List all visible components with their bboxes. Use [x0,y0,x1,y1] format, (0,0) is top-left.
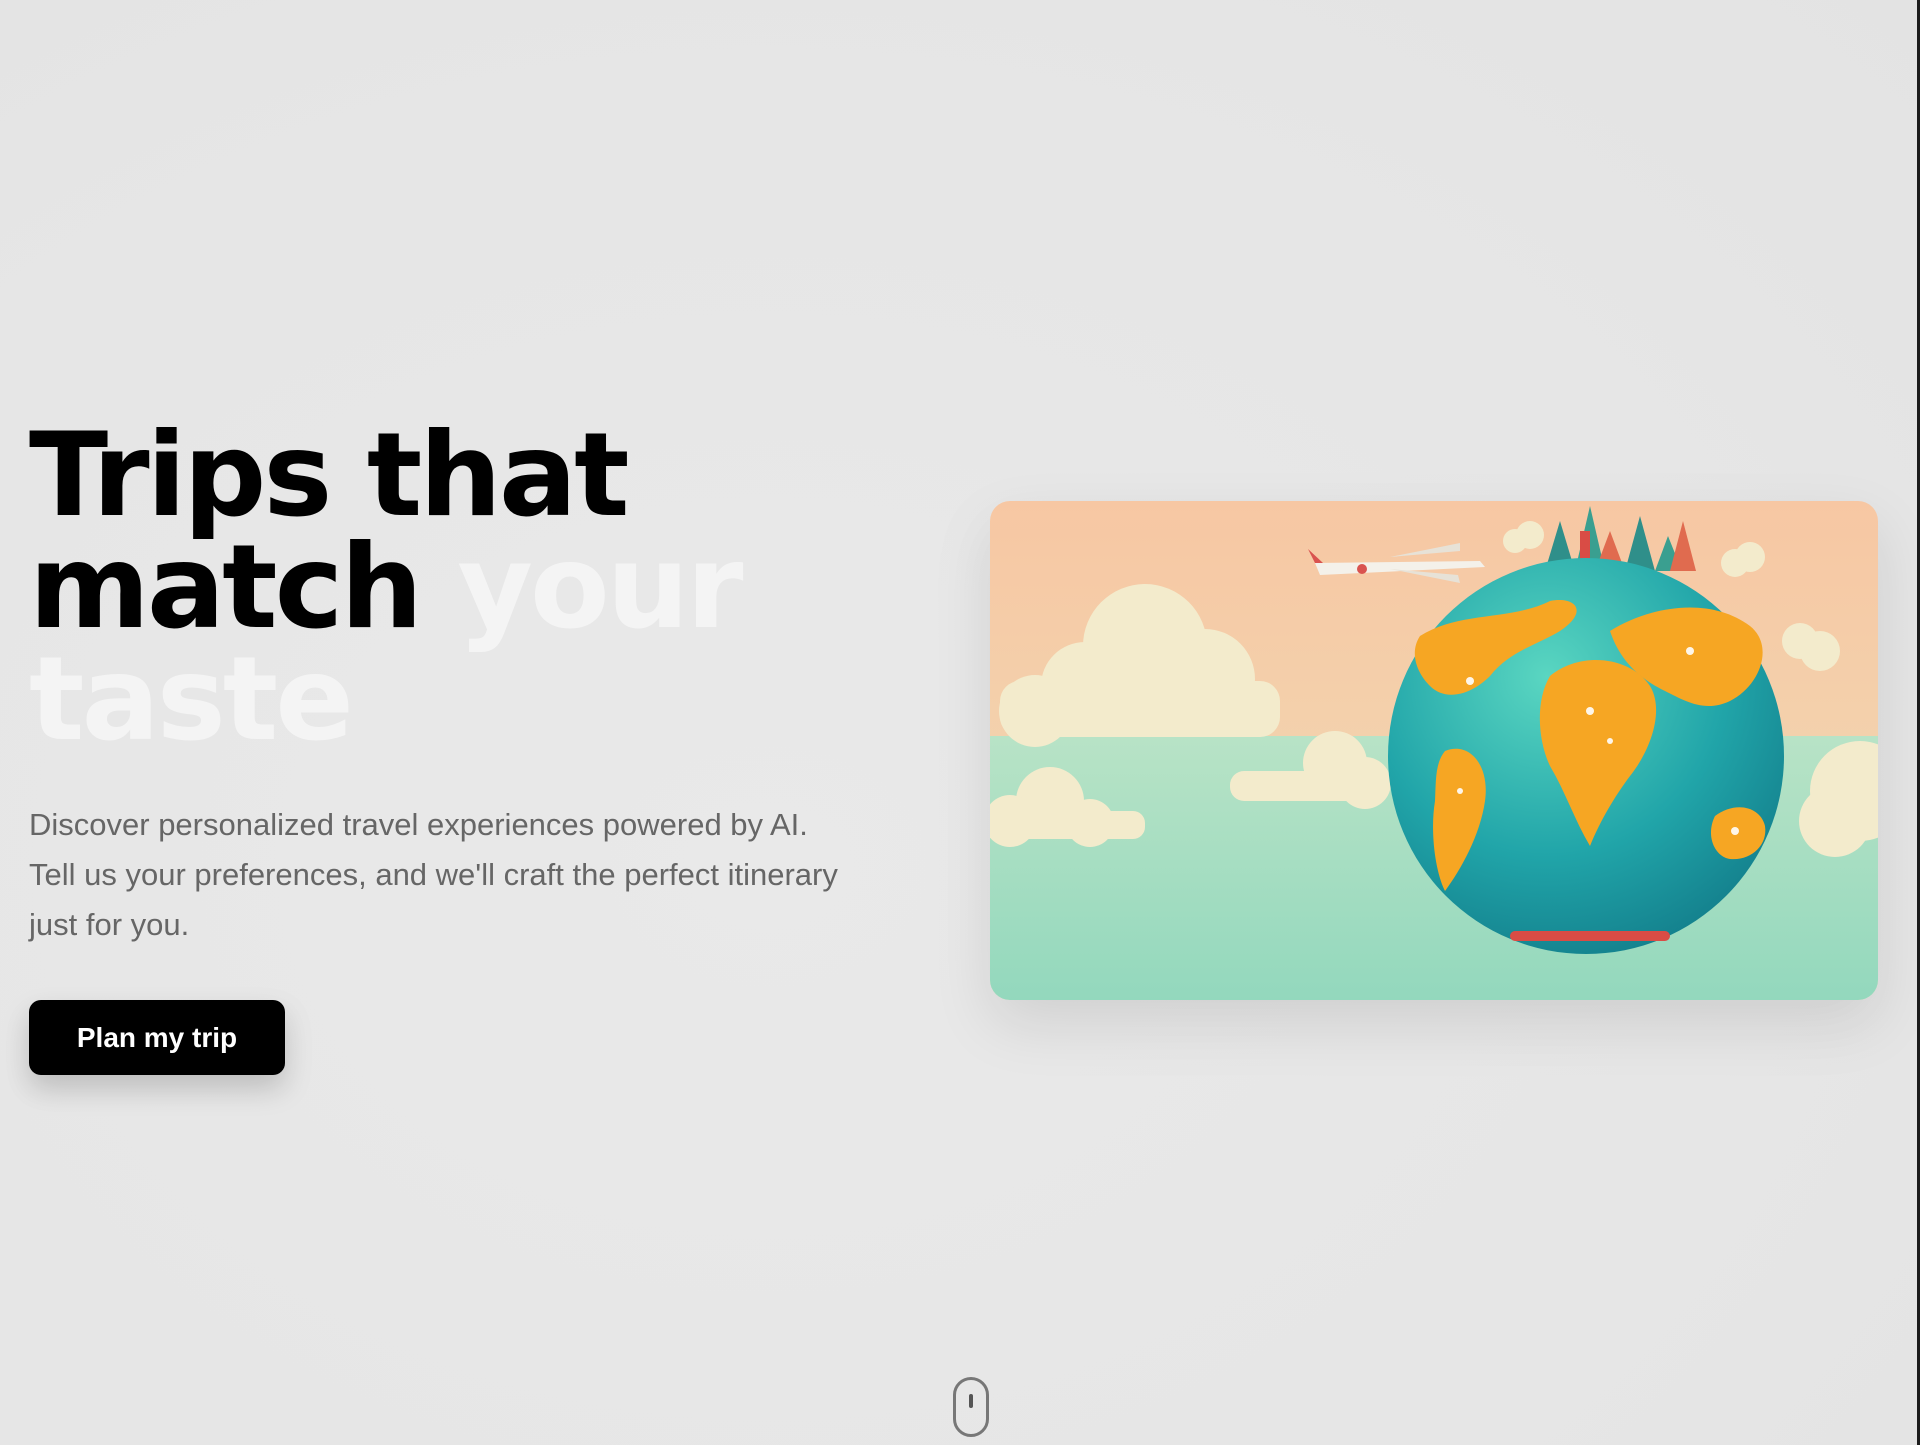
globe-illustration [990,501,1878,1000]
plan-my-trip-button[interactable]: Plan my trip [29,1000,285,1075]
description-line-3: just for you. [29,907,190,942]
headline-line-2: match your [29,530,743,646]
mouse-scroll-icon[interactable] [953,1377,989,1437]
landing-page: Trips that match your taste Discover per… [0,0,1920,1445]
headline-word-your: your [457,520,743,655]
headline-line-1: Trips that [29,408,630,543]
description-line-1: Discover personalized travel experiences… [29,807,808,842]
scroll-wheel [969,1394,973,1408]
hero-illustration [990,501,1878,1000]
headline-line-3: taste [29,632,354,767]
hero-description: Discover personalized travel experiences… [29,800,929,950]
hero-headline: Trips that match your taste [29,408,743,767]
description-line-2: Tell us your preferences, and we'll craf… [29,857,838,892]
